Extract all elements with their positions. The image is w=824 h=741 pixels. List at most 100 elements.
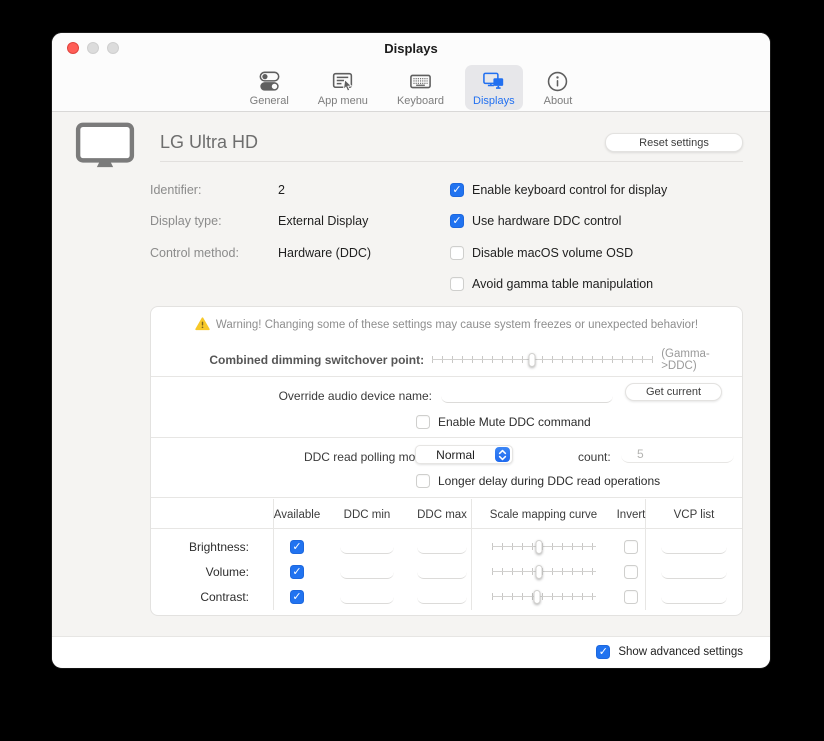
advanced-settings-box: Warning! Changing some of these settings… (150, 306, 743, 616)
info-row-display-type: Display type: External Display (150, 206, 371, 238)
column-header: Scale mapping curve (489, 509, 598, 521)
info-value: Hardware (DDC) (278, 245, 372, 260)
contrast-available-checkbox[interactable] (290, 589, 304, 605)
tab-general[interactable]: General (242, 65, 297, 110)
polling-mode-row: DDC read polling mode: Normal count: 5 (151, 443, 742, 471)
contrast-ddc-max-input[interactable] (417, 589, 467, 604)
header-divider (160, 161, 743, 162)
dimming-slider[interactable] (432, 352, 654, 367)
volume-vcp-input[interactable] (661, 564, 727, 579)
row-label: Contrast: (200, 589, 249, 604)
section-divider (151, 437, 742, 438)
display-settings-pane: LG Ultra HD Reset settings Identifier: 2… (52, 112, 770, 636)
table-header-divider (151, 528, 742, 529)
checkbox-label: Avoid gamma table manipulation (472, 277, 654, 292)
longer-delay-checkbox[interactable] (416, 474, 430, 488)
brightness-ddc-min-input[interactable] (340, 539, 394, 554)
tab-label: App menu (317, 95, 368, 107)
titlebar: Displays (52, 33, 770, 63)
info-icon (545, 69, 570, 94)
displays-window: Displays General App menu Keyboard Displ… (52, 33, 770, 668)
option-hardware-ddc: Use hardware DDC control (450, 206, 667, 238)
option-keyboard-control: Enable keyboard control for display (450, 174, 667, 206)
display-options: Enable keyboard control for display Use … (450, 174, 667, 300)
brightness-curve-slider[interactable] (491, 539, 596, 554)
volume-available-checkbox[interactable] (290, 564, 304, 580)
checkbox-label: Enable keyboard control for display (472, 182, 668, 197)
option-disable-osd: Disable macOS volume OSD (450, 237, 667, 269)
hardware-ddc-checkbox[interactable] (450, 214, 464, 229)
warning-icon (195, 316, 210, 334)
tab-displays[interactable]: Displays (465, 65, 523, 110)
count-field[interactable]: 5 (621, 447, 734, 463)
column-header: Available (273, 509, 321, 521)
section-divider (151, 497, 742, 498)
info-label: Identifier: (150, 182, 202, 197)
contrast-invert-checkbox[interactable] (624, 589, 638, 604)
get-current-button[interactable]: Get current (625, 383, 722, 401)
longer-delay-row: Longer delay during DDC read operations (151, 468, 742, 494)
slider-knob[interactable] (535, 539, 543, 554)
tab-about[interactable]: About (536, 65, 581, 110)
mute-ddc-checkbox[interactable] (416, 415, 430, 429)
audio-override-row: Override audio device name: Get current (151, 381, 742, 411)
reset-settings-button[interactable]: Reset settings (605, 133, 743, 152)
tab-label: Displays (473, 95, 515, 107)
contrast-curve-slider[interactable] (491, 589, 596, 604)
displays-icon (481, 69, 506, 94)
section-divider (151, 376, 742, 377)
volume-ddc-min-input[interactable] (340, 564, 394, 579)
show-advanced-checkbox[interactable] (596, 645, 611, 660)
polling-mode-value: Normal (436, 447, 475, 462)
brightness-ddc-max-input[interactable] (417, 539, 467, 554)
volume-curve-slider[interactable] (491, 564, 596, 579)
brightness-available-checkbox[interactable] (290, 539, 304, 555)
slider-knob[interactable] (535, 564, 543, 579)
info-row-identifier: Identifier: 2 (150, 174, 371, 206)
checkbox-label: Disable macOS volume OSD (472, 245, 634, 260)
table-row-contrast: Contrast: (151, 584, 742, 609)
tab-keyboard[interactable]: Keyboard (389, 65, 452, 110)
table-header-row: Available DDC min DDC max Scale mapping … (151, 503, 742, 527)
tab-label: Keyboard (396, 95, 445, 107)
tab-label: About (543, 95, 573, 107)
stepper-icon (495, 447, 510, 462)
warning-row: Warning! Changing some of these settings… (151, 307, 742, 343)
contrast-vcp-input[interactable] (661, 589, 727, 604)
dimming-switchover-row: Combined dimming switchover point: (Gamm… (151, 343, 742, 376)
info-label: Display type: (150, 214, 222, 229)
monitor-icon (74, 121, 136, 174)
audio-override-label: Override audio device name: (278, 389, 432, 403)
contrast-ddc-min-input[interactable] (340, 589, 394, 604)
info-value: 2 (278, 182, 285, 197)
slider-knob[interactable] (533, 589, 541, 604)
brightness-vcp-input[interactable] (661, 539, 727, 554)
polling-mode-select[interactable]: Normal (415, 445, 513, 464)
info-value: External Display (278, 214, 369, 229)
count-label: count: (578, 450, 611, 464)
volume-invert-checkbox[interactable] (624, 564, 638, 579)
brightness-invert-checkbox[interactable] (624, 539, 638, 554)
toolbar: General App menu Keyboard Displays About (52, 63, 770, 112)
display-info: Identifier: 2 Display type: External Dis… (150, 174, 371, 269)
volume-ddc-max-input[interactable] (417, 564, 467, 579)
checkbox-label: Show advanced settings (618, 646, 743, 658)
disable-osd-checkbox[interactable] (450, 245, 464, 260)
checkbox-label: Use hardware DDC control (472, 214, 622, 229)
keyboard-control-checkbox[interactable] (450, 182, 464, 198)
footer-bar: Show advanced settings (52, 636, 770, 667)
checkbox-label: Longer delay during DDC read operations (438, 474, 661, 488)
dimming-label: Combined dimming switchover point: (209, 352, 425, 367)
show-advanced-option: Show advanced settings (596, 645, 743, 660)
table-row-brightness: Brightness: (151, 534, 742, 559)
slider-knob[interactable] (528, 352, 536, 367)
avoid-gamma-checkbox[interactable] (450, 277, 464, 292)
mute-ddc-option: Enable Mute DDC command (416, 415, 591, 429)
column-header: VCP list (673, 509, 715, 521)
table-row-volume: Volume: (151, 559, 742, 584)
warning-text: Warning! Changing some of these settings… (215, 319, 699, 331)
menu-cursor-icon (330, 69, 355, 94)
tab-app-menu[interactable]: App menu (310, 65, 376, 110)
audio-device-name-input[interactable] (441, 389, 613, 403)
window-title: Displays (384, 41, 438, 56)
